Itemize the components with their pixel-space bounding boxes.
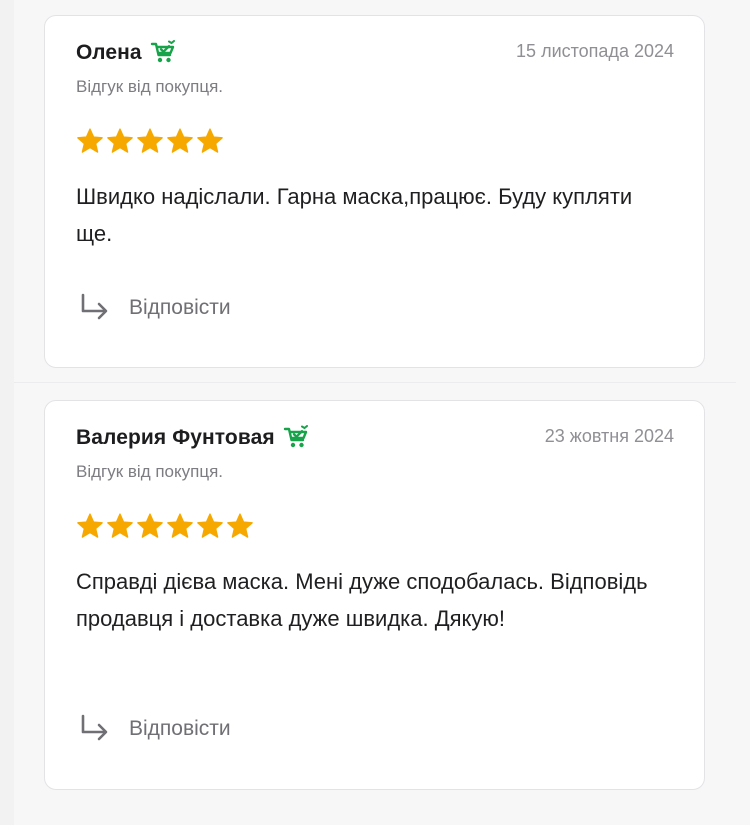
verified-purchase-cart-icon [150, 40, 178, 66]
reviews-page: Олена 15 листопада 2024 Відгук від покуп… [0, 0, 750, 825]
star-icon [196, 512, 224, 540]
left-edge-strip [0, 0, 14, 825]
verified-purchase-cart-icon [283, 425, 311, 451]
star-icon [166, 512, 194, 540]
star-icon [106, 127, 134, 155]
star-icon [166, 127, 194, 155]
review-header: Валерия Фунтовая [76, 425, 311, 451]
reply-label: Відповісти [129, 717, 231, 740]
star-icon [136, 512, 164, 540]
review-header: Олена [76, 40, 178, 66]
reply-label: Відповісти [129, 296, 231, 319]
star-rating [76, 127, 224, 155]
reply-button[interactable]: Відповісти [79, 713, 231, 745]
review-author: Олена [76, 41, 142, 64]
review-subtitle: Відгук від покупця. [76, 462, 224, 481]
review-date: 15 листопада 2024 [516, 41, 674, 61]
star-icon [196, 127, 224, 155]
star-icon [76, 127, 104, 155]
review-author: Валерия Фунтовая [76, 426, 275, 449]
reply-button[interactable]: Відповісти [79, 292, 231, 324]
star-icon [226, 512, 254, 540]
review-card: Олена 15 листопада 2024 Відгук від покуп… [44, 15, 705, 368]
review-subtitle: Відгук від покупця. [76, 77, 224, 96]
review-text: Швидко надіслали. Гарна маска,працює. Бу… [76, 184, 633, 246]
reply-arrow-icon [79, 713, 113, 745]
review-card: Валерия Фунтовая 23 жовтня 2024 Відгук в… [44, 400, 705, 790]
star-rating [76, 512, 254, 540]
review-divider [14, 382, 736, 383]
review-text: Справді дієва маска. Мені дуже сподобала… [76, 569, 648, 631]
star-icon [136, 127, 164, 155]
reply-arrow-icon [79, 292, 113, 324]
review-date: 23 жовтня 2024 [544, 426, 674, 446]
star-icon [106, 512, 134, 540]
star-icon [76, 512, 104, 540]
